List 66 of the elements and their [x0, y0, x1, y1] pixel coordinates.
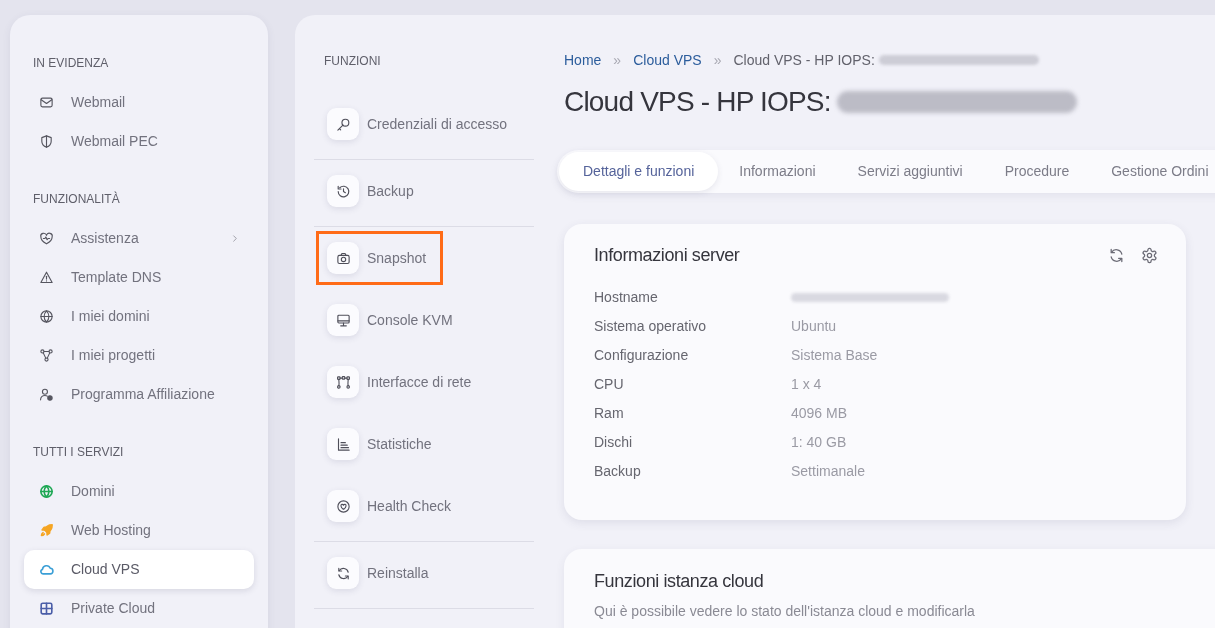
info-label: Hostname	[594, 288, 658, 307]
history-icon	[327, 175, 359, 207]
function-item[interactable]: Reinstalla	[316, 546, 446, 600]
sidebar-item[interactable]: Web Hosting	[24, 511, 254, 550]
info-label: Configurazione	[594, 346, 689, 365]
function-item[interactable]: Credenziali di accesso	[316, 97, 525, 151]
section-heading: IN EVIDENZA	[33, 55, 109, 71]
sidebar-item[interactable]: Webmail PEC	[24, 122, 254, 161]
tab[interactable]: Servizi aggiuntivi	[836, 152, 984, 191]
nodes-icon	[39, 348, 54, 363]
sidebar-item[interactable]: I miei progetti	[24, 336, 254, 375]
sidebar-item[interactable]: Assistenza	[24, 219, 254, 258]
page-title: Cloud VPS - HP IOPS:	[564, 85, 831, 119]
refresh-icon	[327, 557, 359, 589]
info-value: Settimanale	[791, 462, 865, 481]
sidebar-item[interactable]: Template DNS	[24, 258, 254, 297]
key-icon	[327, 108, 359, 140]
user-icon	[39, 387, 54, 402]
breadcrumb-separator: »	[613, 50, 622, 70]
breadcrumb-current: Cloud VPS - HP IOPS:	[733, 50, 875, 70]
function-item[interactable]: Snapshot	[316, 231, 444, 285]
sidebar-item[interactable]: Domini	[24, 472, 254, 511]
info-value: 1: 40 GB	[791, 433, 847, 452]
tab[interactable]: Dettagli e funzioni	[559, 152, 719, 191]
envelope-icon	[39, 95, 54, 110]
monitor-icon	[327, 304, 359, 336]
section-heading: TUTTI I SERVIZI	[33, 444, 124, 460]
vector-nodes-icon	[327, 366, 359, 398]
section-heading: FUNZIONALITÀ	[33, 191, 120, 207]
info-value: 1 x 4	[791, 375, 822, 394]
globe-icon	[39, 309, 54, 324]
sidebar-item[interactable]: Private Cloud	[24, 589, 254, 628]
info-label: CPU	[594, 375, 624, 394]
card-title: Informazioni server	[594, 244, 740, 266]
function-item[interactable]: Statistiche	[316, 417, 449, 471]
warning-icon	[39, 270, 54, 285]
info-value: Ubuntu	[791, 317, 837, 336]
sidebar-item[interactable]: I miei domini	[24, 297, 254, 336]
tab[interactable]: Procedure	[983, 152, 1091, 191]
info-value: Sistema Base	[791, 346, 878, 365]
section-heading: FUNZIONI	[324, 53, 381, 69]
card-description: Qui è possibile vedere lo stato dell'istanza cloud e modificarla	[594, 601, 975, 621]
sidebar-item[interactable]: Webmail	[24, 83, 254, 122]
info-label: Sistema operativo	[594, 317, 707, 336]
info-value: 4096 MB	[791, 404, 848, 423]
function-item[interactable]: Interfacce di rete	[316, 355, 489, 409]
function-item[interactable]: Console KVM	[316, 293, 470, 347]
breadcrumb-separator: »	[713, 50, 722, 70]
tab[interactable]: Gestione Ordini	[1090, 152, 1215, 191]
heart-pulse-icon	[39, 231, 54, 246]
gear-icon[interactable]	[1141, 246, 1158, 264]
function-item[interactable]: Backup	[316, 164, 431, 218]
sidebar-item[interactable]: Cloud VPS	[24, 550, 254, 589]
breadcrumb-link[interactable]: Home	[564, 49, 602, 71]
shield-icon	[39, 134, 54, 149]
refresh-icon[interactable]	[1108, 246, 1125, 264]
info-label: Ram	[594, 404, 624, 423]
info-label: Backup	[594, 462, 641, 481]
function-item[interactable]: Health Check	[316, 479, 469, 533]
sidebar-item[interactable]: Programma Affiliazione	[24, 375, 254, 414]
camera-icon	[327, 242, 359, 274]
card-title: Funzioni istanza cloud	[594, 570, 764, 592]
info-label: Dischi	[594, 433, 633, 452]
breadcrumb-link[interactable]: Cloud VPS	[633, 49, 702, 71]
tab[interactable]: Informazioni	[718, 152, 837, 191]
chart-icon	[327, 428, 359, 460]
